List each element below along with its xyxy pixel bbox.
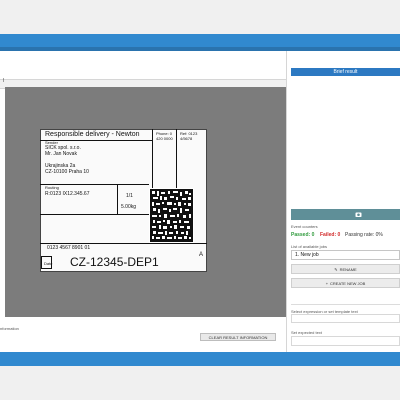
routing-bottom-border [40,214,149,215]
jobs-list-label: List of available jobs [291,244,328,249]
passing-rate: Passing rate: 0% [345,232,383,238]
piece-count: 1/1 [126,193,133,199]
routing-label: Routing [45,185,59,190]
section-separator [291,304,400,305]
edit-icon: ✎ [334,266,338,272]
brief-result-header: Brief result [291,68,400,76]
camera-icon [355,211,362,218]
routing-side-border [117,184,118,214]
job-select[interactable]: 1. New job [291,250,400,260]
capture-button[interactable] [291,209,400,220]
label-small-box-text: Date [44,261,53,266]
panel-divider[interactable] [286,51,287,353]
barcode-top-border [40,243,207,244]
barcode-digits: 0123 4567 8901 01 [47,245,91,251]
rename-label: RENAME [339,266,357,272]
expected-text-input[interactable] [291,336,400,346]
expected-text-label: Set expected text [291,330,322,335]
qr-code [149,188,194,243]
create-job-label: CREATE NEW JOB [330,280,366,286]
label-right-info-2: Ref: 01234/5678 [180,131,198,141]
status-bar [0,352,400,366]
failed-count: Failed: 0 [320,232,341,238]
event-counters-label: Event counters [291,224,318,229]
package-weight: 5.00kg [121,204,137,210]
sender-city: CZ-10100 Praha 10 [45,169,89,175]
label-right-info-1: Phone: 0420 0000 [156,131,173,141]
label-title: Responsible delivery - Newton [45,131,140,138]
expression-input[interactable] [291,314,400,323]
passed-count: Passed: 0 [291,232,315,238]
create-job-button[interactable]: + CREATE NEW JOB [291,278,400,288]
routing-code: R:0123 IX12.345.67 [45,191,90,197]
tracking-number: CZ-12345-DEP1 [70,255,159,269]
image-viewer-header-text: l [3,78,5,84]
rename-job-button[interactable]: ✎ RENAME [291,264,400,274]
label-letter: A [199,252,204,258]
right-panel [286,51,400,353]
label-column-divider-2 [176,129,177,188]
sender-person: Mr. Jan Novak [45,151,77,157]
label-column-divider [152,129,153,188]
title-bar [0,34,400,47]
clear-result-button[interactable]: CLEAR RESULT INFORMATION [200,333,276,341]
plus-icon: + [325,280,329,286]
information-label: nformation [0,326,19,331]
